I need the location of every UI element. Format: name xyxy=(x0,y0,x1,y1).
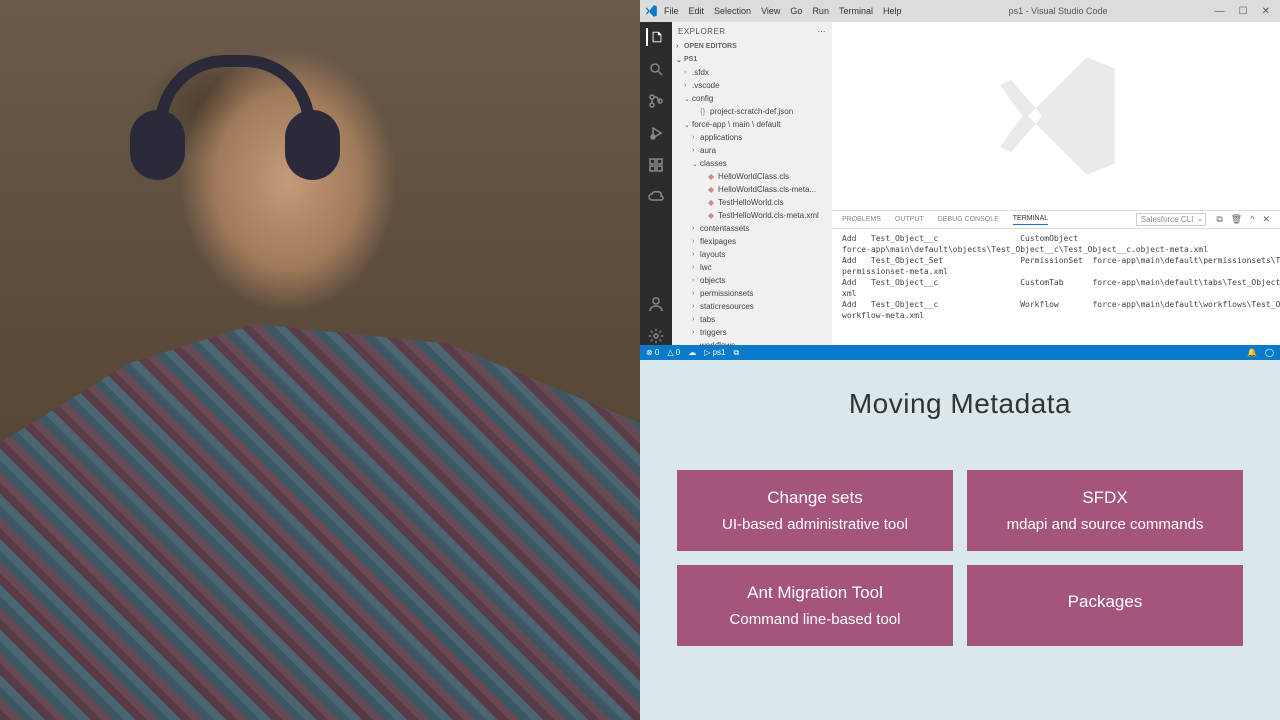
card: Change sets UI-based administrative tool xyxy=(677,470,953,551)
panel-tab-problems[interactable]: Problems xyxy=(842,216,881,223)
window-title: ps1 - Visual Studio Code xyxy=(901,6,1214,16)
tree-item[interactable]: ›objects xyxy=(672,274,832,287)
tree-item[interactable]: ⌄classes xyxy=(672,157,832,170)
status-item[interactable]: ⊗ 0 xyxy=(646,348,659,358)
card-title: SFDX xyxy=(1082,488,1127,508)
tree-item[interactable]: ›permissionsets xyxy=(672,287,832,300)
card: SFDX mdapi and source commands xyxy=(967,470,1243,551)
panel-tab-terminal[interactable]: Terminal xyxy=(1013,215,1048,225)
menu-terminal[interactable]: Terminal xyxy=(839,6,873,16)
tree-item[interactable]: ›.vscode xyxy=(672,79,832,92)
open-editors-section[interactable]: ›Open Editors xyxy=(672,40,832,53)
source-control-icon[interactable] xyxy=(647,92,665,110)
cards-grid: Change sets UI-based administrative tool S… xyxy=(677,470,1243,646)
card-subtitle: mdapi and source commands xyxy=(1007,516,1204,533)
editor-area: Problems Output Debug Console Terminal Sale… xyxy=(832,22,1280,345)
debug-icon[interactable] xyxy=(647,124,665,142)
tree-item[interactable]: ◆HelloWorldClass.cls xyxy=(672,170,832,183)
tree-item[interactable]: ◆TestHelloWorld.cls xyxy=(672,196,832,209)
vscode-window: File Edit Selection View Go Run Terminal Help p… xyxy=(640,0,1280,360)
status-bar[interactable]: ⊗ 0 △ 0 ☁ ▷ ps1 ⧉ 🔔 ◯ xyxy=(640,345,1280,360)
menu-bar: File Edit Selection View Go Run Terminal Help xyxy=(664,6,901,16)
tree-item[interactable]: ›lwc xyxy=(672,261,832,274)
tree-item[interactable]: ›contentassets xyxy=(672,222,832,235)
settings-icon[interactable] xyxy=(647,327,665,345)
card: Packages xyxy=(967,565,1243,646)
split-terminal-icon[interactable]: ⧉ xyxy=(1216,214,1222,225)
panel-tab-debug-console[interactable]: Debug Console xyxy=(938,216,999,223)
panel-tab-output[interactable]: Output xyxy=(895,216,924,223)
vscode-icon xyxy=(644,4,658,18)
status-item[interactable]: 🔔 xyxy=(1247,348,1257,357)
menu-run[interactable]: Run xyxy=(812,6,829,16)
maximize-button[interactable]: ☐ xyxy=(1239,6,1248,17)
tree-item[interactable]: ◆TestHelloWorld.cls-meta.xml xyxy=(672,209,832,222)
menu-go[interactable]: Go xyxy=(790,6,802,16)
tree-item[interactable]: ›triggers xyxy=(672,326,832,339)
close-panel-icon[interactable]: ✕ xyxy=(1262,214,1270,225)
explorer-sidebar: Explorer ⋯ ›Open Editors ⌄PS1 ›.sfdx›.vs… xyxy=(672,22,832,345)
menu-help[interactable]: Help xyxy=(883,6,902,16)
tree-item[interactable]: ◆HelloWorldClass.cls-meta... xyxy=(672,183,832,196)
menu-selection[interactable]: Selection xyxy=(714,6,751,16)
kill-terminal-icon[interactable]: 🗑 xyxy=(1231,214,1242,225)
card-subtitle: UI-based administrative tool xyxy=(722,516,908,533)
terminal-output[interactable]: Add Test_Object__c CustomObject force-ap… xyxy=(832,229,1280,345)
extensions-icon[interactable] xyxy=(647,156,665,174)
activity-bar xyxy=(640,22,672,345)
explorer-icon[interactable] xyxy=(646,28,664,46)
search-icon[interactable] xyxy=(647,60,665,78)
explorer-header: Explorer ⋯ xyxy=(672,22,832,40)
card-title: Ant Migration Tool xyxy=(747,583,883,603)
account-icon[interactable] xyxy=(647,295,665,313)
vscode-watermark-icon xyxy=(986,46,1126,186)
panel-tabs: Problems Output Debug Console Terminal Sale… xyxy=(832,211,1280,229)
project-section[interactable]: ⌄PS1 xyxy=(672,53,832,66)
cloud-icon[interactable] xyxy=(647,188,665,206)
explorer-more-icon[interactable]: ⋯ xyxy=(818,27,827,36)
status-item[interactable]: ◯ xyxy=(1265,348,1274,357)
tree-item[interactable]: ›flexipages xyxy=(672,235,832,248)
menu-file[interactable]: File xyxy=(664,6,679,16)
minimize-button[interactable]: — xyxy=(1215,6,1225,17)
slide-title: Moving Metadata xyxy=(849,388,1071,420)
editor-empty xyxy=(832,22,1280,210)
tree-item[interactable]: ⌄config xyxy=(672,92,832,105)
menu-view[interactable]: View xyxy=(761,6,780,16)
status-item[interactable]: ▷ ps1 xyxy=(704,348,725,358)
tree-item[interactable]: ⌄force-app \ main \ default xyxy=(672,118,832,131)
tree-item[interactable]: ›.sfdx xyxy=(672,66,832,79)
tree-item[interactable]: ›aura xyxy=(672,144,832,157)
close-button[interactable]: ✕ xyxy=(1262,6,1270,17)
status-item[interactable]: ⧉ xyxy=(733,348,739,358)
card-title: Packages xyxy=(1068,592,1143,612)
tree-item[interactable]: {}project-scratch-def.json xyxy=(672,105,832,118)
file-tree: ›Open Editors ⌄PS1 ›.sfdx›.vscode⌄config… xyxy=(672,40,832,345)
tree-item[interactable]: ›tabs xyxy=(672,313,832,326)
card: Ant Migration Tool Command line-based too… xyxy=(677,565,953,646)
presenter-photo xyxy=(0,0,640,720)
maximize-panel-icon[interactable]: ^ xyxy=(1250,214,1254,225)
card-subtitle: Command line-based tool xyxy=(730,611,901,628)
menu-edit[interactable]: Edit xyxy=(689,6,705,16)
slide: Moving Metadata Change sets UI-based admi… xyxy=(640,360,1280,720)
tree-item[interactable]: ›layouts xyxy=(672,248,832,261)
terminal-selector[interactable]: Salesforce CLI xyxy=(1136,213,1206,226)
tree-item[interactable]: ›staticresources xyxy=(672,300,832,313)
status-item[interactable]: △ 0 xyxy=(667,348,680,358)
titlebar[interactable]: File Edit Selection View Go Run Terminal Help p… xyxy=(640,0,1280,22)
tree-item[interactable]: ›applications xyxy=(672,131,832,144)
status-item[interactable]: ☁ xyxy=(688,348,696,358)
terminal-panel: Problems Output Debug Console Terminal Sale… xyxy=(832,210,1280,345)
card-title: Change sets xyxy=(767,488,862,508)
